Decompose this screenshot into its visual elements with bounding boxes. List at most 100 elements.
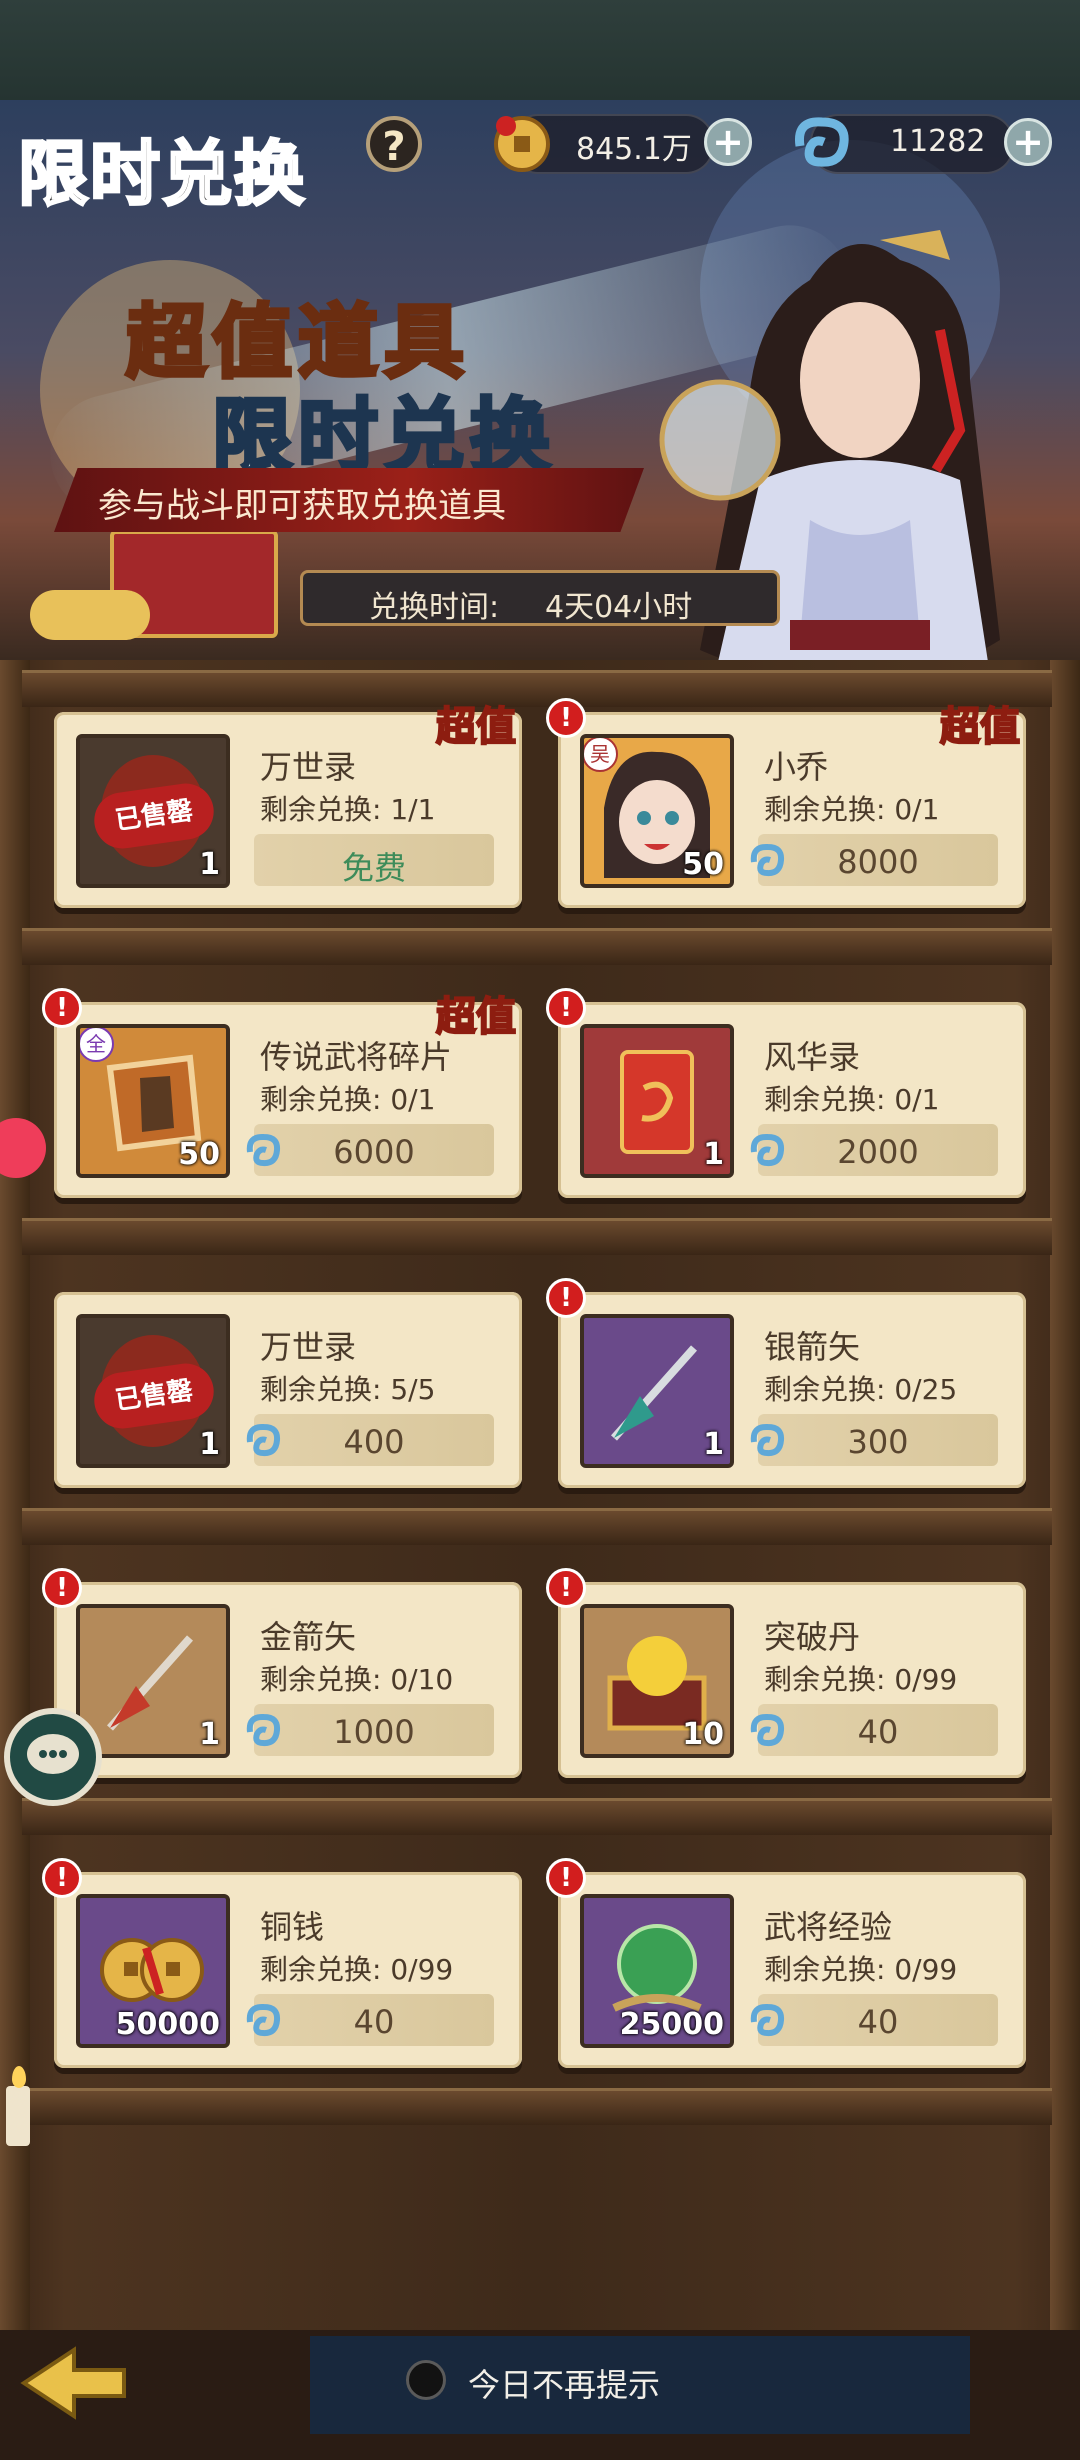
item-remaining: 剩余兑换: 0/25: [764, 1373, 958, 1406]
price-button[interactable]: 400: [246, 1414, 494, 1466]
timer-label: 兑换时间:: [369, 590, 500, 625]
item-name: 金箭矢: [260, 1618, 357, 1656]
banner-subtitle: 参与战斗即可获取兑换道具: [98, 486, 506, 526]
price-value: 40: [857, 1713, 899, 1751]
price-button[interactable]: 40: [750, 1704, 998, 1756]
item-remaining: 剩余兑换: 0/99: [764, 1953, 958, 1986]
candle-decoration: [6, 2086, 30, 2146]
shelf-top: [22, 670, 1052, 707]
item-remaining: 剩余兑换: 0/1: [764, 1083, 940, 1116]
alert-icon: !: [546, 1278, 586, 1318]
item-name: 万世录: [260, 1328, 357, 1366]
price-button[interactable]: 300: [750, 1414, 998, 1466]
add-coin-button[interactable]: +: [704, 118, 752, 166]
candle-flame: [12, 2066, 26, 2088]
jade-icon: [794, 117, 849, 167]
shop-item-card[interactable]: ! 1 银箭矢 剩余兑换: 0/25 300: [546, 1278, 1026, 1488]
coin-counter: 845.1万: [494, 114, 714, 174]
item-quantity: 25000: [619, 2007, 724, 2042]
item-quantity: 10: [682, 1717, 724, 1752]
price-value: 2000: [837, 1133, 919, 1171]
item-quantity: 1: [199, 1427, 220, 1462]
price-value: 8000: [837, 843, 919, 881]
item-quantity: 50: [682, 847, 724, 882]
item-icon-slot: 1: [580, 1024, 734, 1178]
price-button[interactable]: 2000: [750, 1124, 998, 1176]
item-name: 突破丹: [764, 1618, 861, 1656]
price-button[interactable]: 8000: [750, 834, 998, 886]
shop-item-card[interactable]: ! 1 风华录 剩余兑换: 0/1 2000: [546, 988, 1026, 1198]
item-icon-slot: 50000: [76, 1894, 230, 2048]
price-button[interactable]: 免费: [254, 834, 494, 887]
page-title: 限时兑换: [17, 131, 306, 217]
alert-icon: !: [42, 1568, 82, 1608]
alert-icon: !: [546, 988, 586, 1028]
dont-show-checkbox[interactable]: [406, 2360, 446, 2400]
item-name: 传说武将碎片: [260, 1038, 453, 1076]
shelf-1: [22, 928, 1052, 965]
alert-icon: !: [42, 988, 82, 1028]
shelf-4: [22, 1798, 1052, 1835]
price-value: 40: [353, 2003, 395, 2041]
item-remaining: 剩余兑换: 5/5: [260, 1373, 436, 1406]
banner-subtitle-ribbon: 参与战斗即可获取兑换道具: [54, 468, 644, 532]
item-remaining: 剩余兑换: 0/10: [260, 1663, 454, 1696]
timer-value: 4天04小时: [545, 590, 693, 625]
shop-item-card[interactable]: ! 全 50 传说武将碎片 剩余兑换: 0/1 6000 超值: [42, 988, 522, 1198]
shop-item-card[interactable]: 已售罄 1 万世录 剩余兑换: 1/1 免费 超值: [54, 702, 522, 908]
item-name: 风华录: [764, 1038, 861, 1076]
shop-item-card[interactable]: ! 吴 50 小乔 剩余兑换: 0/1 8000 超值: [546, 698, 1026, 908]
faction-badge: 全: [80, 1028, 114, 1062]
deal-badge-label: 超值: [435, 992, 517, 1041]
item-quantity: 50000: [115, 2007, 220, 2042]
item-remaining: 剩余兑换: 1/1: [260, 793, 436, 826]
jade-amount: 11282: [890, 124, 986, 159]
item-icon-slot: 全 50: [76, 1024, 230, 1178]
item-remaining: 剩余兑换: 0/99: [260, 1953, 454, 1986]
price-value: 6000: [333, 1133, 415, 1171]
price-button[interactable]: 1000: [246, 1704, 494, 1756]
shop-item-card[interactable]: ! 50000 铜钱 剩余兑换: 0/99 40: [42, 1858, 522, 2068]
price-button[interactable]: 6000: [246, 1124, 494, 1176]
shop-item-card[interactable]: 已售罄 1 万世录 剩余兑换: 5/5 400: [54, 1292, 522, 1488]
shop-item-card[interactable]: ! 1 金箭矢 剩余兑换: 0/10 1000: [42, 1568, 522, 1778]
shop-item-card[interactable]: ! 25000 武将经验 剩余兑换: 0/99 40: [546, 1858, 1026, 2068]
help-button[interactable]: ?: [366, 116, 422, 172]
item-icon-slot: 吴 50: [580, 734, 734, 888]
price-value: 40: [857, 2003, 899, 2041]
deal-badge: 超值: [430, 976, 526, 1048]
shop-item-card[interactable]: ! 10 突破丹 剩余兑换: 0/99 40: [546, 1568, 1026, 1778]
price-value: 400: [343, 1423, 405, 1461]
alert-icon: !: [546, 698, 586, 738]
dont-show-label[interactable]: 今日不再提示: [468, 2360, 660, 2406]
item-quantity: 50: [178, 1137, 220, 1172]
deal-badge-label: 超值: [939, 702, 1021, 751]
price-button[interactable]: 40: [246, 1994, 494, 2046]
item-remaining: 剩余兑换: 0/1: [260, 1083, 436, 1116]
item-icon-slot: 1: [76, 1604, 230, 1758]
price-value: 免费: [341, 849, 406, 887]
item-icon-slot: 25000: [580, 1894, 734, 2048]
item-quantity: 1: [199, 847, 220, 882]
status-strip: [0, 0, 1080, 100]
deal-badge-label: 超值: [435, 702, 517, 751]
chat-icon: [27, 1734, 79, 1774]
item-icon-slot: 已售罄 1: [76, 734, 230, 888]
item-quantity: 1: [703, 1137, 724, 1172]
right-pillar: [1050, 660, 1080, 2340]
item-quantity: 1: [199, 1717, 220, 1752]
shelf-2: [22, 1218, 1052, 1255]
alert-icon: !: [546, 1568, 586, 1608]
add-jade-button[interactable]: +: [1004, 118, 1052, 166]
item-quantity: 1: [703, 1427, 724, 1462]
item-icon-slot: 已售罄 1: [76, 1314, 230, 1468]
item-name: 银箭矢: [764, 1328, 861, 1366]
chat-button[interactable]: [4, 1708, 102, 1806]
coin-icon: [494, 116, 550, 172]
back-arrow-icon[interactable]: [14, 2340, 134, 2426]
price-value: 1000: [333, 1713, 415, 1751]
item-remaining: 剩余兑换: 0/99: [764, 1663, 958, 1696]
coin-amount: 845.1万: [576, 132, 692, 167]
price-value: 300: [847, 1423, 909, 1461]
price-button[interactable]: 40: [750, 1994, 998, 2046]
